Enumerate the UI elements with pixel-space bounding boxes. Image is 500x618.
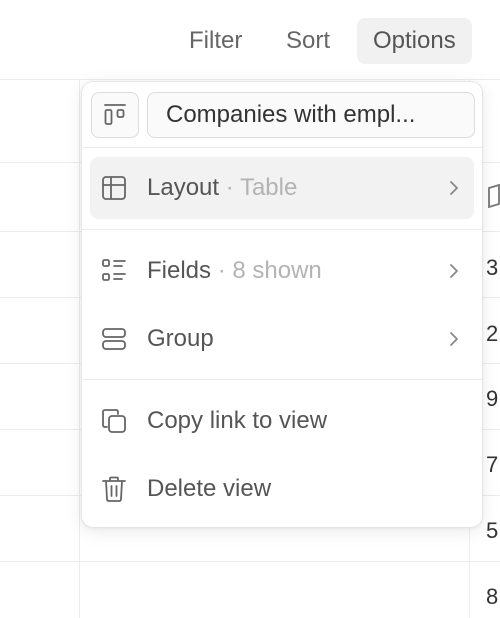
copy-link-label: Copy link to view [147,407,328,434]
sort-button[interactable]: Sort [270,18,346,64]
table-column-divider [79,80,80,618]
table-cell[interactable]: 8 [486,584,498,610]
group-menu-item[interactable]: Group [90,308,474,370]
fields-count: · 8 shown [217,257,322,284]
fields-label: Fields [147,257,212,284]
column-header-icon [488,184,500,208]
view-icon-picker[interactable] [91,92,139,138]
chevron-right-icon [450,264,458,278]
view-name-input[interactable]: Companies with empl... [147,92,475,138]
chevron-right-icon [450,181,458,195]
fields-menu-item[interactable]: Fields · 8 shown [90,240,474,302]
table-cell[interactable]: 7 [486,452,498,478]
table-cell[interactable]: 5 [486,518,498,544]
table-row-divider [0,561,500,562]
group-label: Group [147,325,214,352]
table-cell[interactable]: 9 [486,386,498,412]
options-button[interactable]: Options [357,18,472,64]
layout-label: Layout [147,174,220,201]
view-toolbar: Filter Sort Options [0,0,500,80]
group-icon [102,328,126,350]
layout-value: · Table [225,174,298,201]
delete-view-menu-item[interactable]: Delete view [90,458,474,520]
layout-menu-item[interactable]: Layout · Table [90,157,474,219]
table-cell[interactable]: 3 [486,255,498,281]
list-icon [102,259,126,281]
filter-button[interactable]: Filter [173,18,258,64]
copy-icon [102,409,126,433]
trash-icon [102,476,126,502]
copy-link-menu-item[interactable]: Copy link to view [90,390,474,452]
table-cell[interactable]: 2 [486,321,498,347]
table-icon [102,176,126,200]
menu-divider [82,379,482,380]
menu-divider [82,229,482,230]
view-options-menu: Companies with empl... Layout · Table Fi… [81,81,483,528]
board-view-icon [104,104,126,125]
menu-divider [82,147,482,148]
chevron-right-icon [450,332,458,346]
delete-view-label: Delete view [147,475,272,502]
